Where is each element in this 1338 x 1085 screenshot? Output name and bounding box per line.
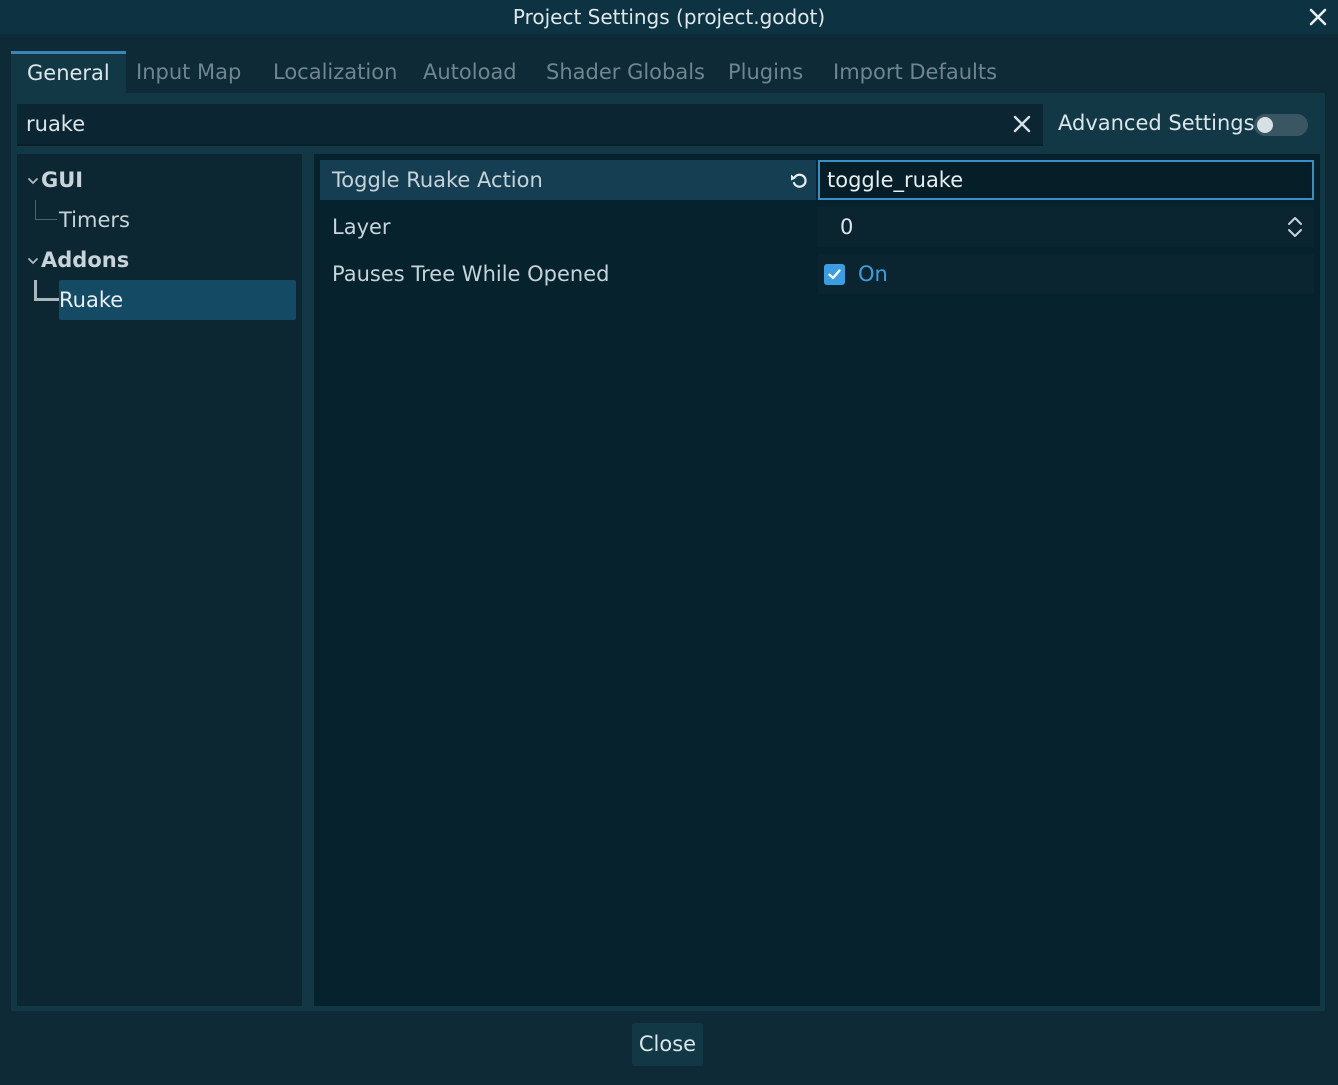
property-name: Toggle Ruake Action [332,168,543,192]
toggle-ruake-action-field [818,160,1314,200]
layer-spinbox[interactable]: 0 [818,207,1314,247]
updown-arrows-icon[interactable] [1286,215,1304,239]
title-bar: Project Settings (project.godot) [0,0,1338,34]
toggle-ruake-action-input[interactable] [820,162,1312,198]
tree-item-ruake[interactable]: Ruake [59,280,296,320]
property-row-pauses-tree: Pauses Tree While Opened On [320,254,1314,294]
tab-autoload[interactable]: Autoload [407,51,533,93]
tab-plugins[interactable]: Plugins [712,51,819,93]
clear-icon[interactable] [1009,111,1035,137]
property-row-layer: Layer 0 [320,207,1314,247]
tree-connector [34,280,59,301]
tab-bar: General Input Map Localization Autoload … [11,51,1325,93]
tab-localization[interactable]: Localization [257,51,413,93]
chevron-down-icon[interactable] [27,255,39,267]
checkbox-label: On [858,262,888,286]
search-field [17,104,1043,146]
tree-section-gui[interactable]: GUI [41,160,83,200]
chevron-down-icon[interactable] [27,175,39,187]
advanced-settings-toggle[interactable] [1254,114,1308,136]
property-name: Layer [332,215,391,239]
project-settings-dialog: General Input Map Localization Autoload … [0,34,1338,1085]
tab-general[interactable]: General [11,51,126,93]
checkmark-icon [828,269,841,280]
tree-connector [35,200,57,220]
window-title: Project Settings (project.godot) [512,5,826,29]
property-name: Pauses Tree While Opened [332,262,610,286]
general-panel: Advanced Settings GUI Timers Addons Ruak… [11,93,1325,1011]
tab-input-map[interactable]: Input Map [120,51,257,93]
advanced-settings-label: Advanced Settings [1058,111,1255,135]
revert-icon[interactable] [788,169,810,191]
checkbox[interactable] [824,264,845,285]
tab-shader-globals[interactable]: Shader Globals [530,51,721,93]
section-tree: GUI Timers Addons Ruake [17,154,302,1006]
tree-item-timers[interactable]: Timers [59,200,296,240]
layer-value: 0 [840,215,854,239]
pauses-tree-checkbox-field[interactable]: On [818,254,1314,294]
close-icon[interactable] [1304,3,1332,31]
close-button[interactable]: Close [632,1023,703,1066]
search-input[interactable] [17,104,997,144]
toggle-knob [1257,117,1273,133]
property-row-toggle-ruake-action: Toggle Ruake Action [320,160,1314,200]
settings-inspector: Toggle Ruake Action Layer 0 [314,154,1320,1006]
tab-import-defaults[interactable]: Import Defaults [817,51,1013,93]
tree-section-addons[interactable]: Addons [41,240,129,280]
